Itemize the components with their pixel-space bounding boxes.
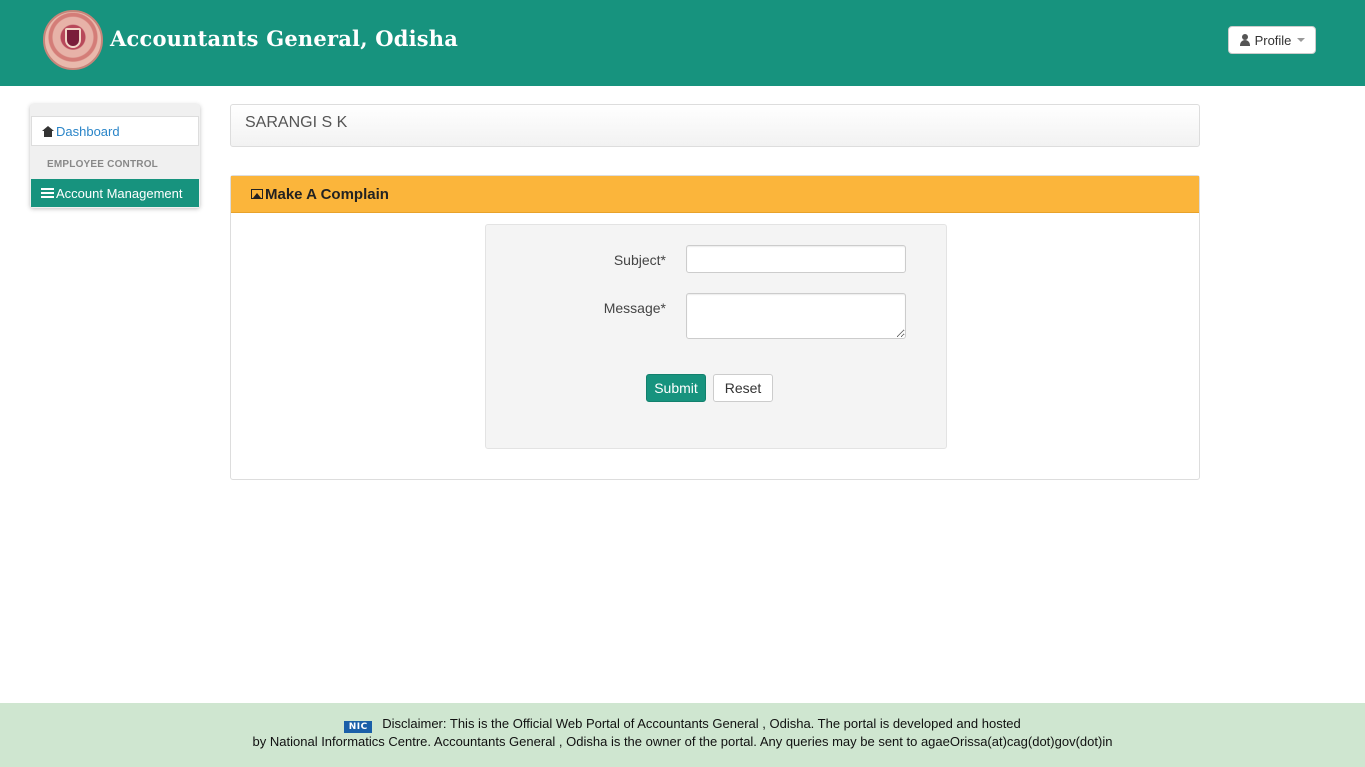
profile-label: Profile [1254, 32, 1292, 48]
complaint-panel-header: Make A Complain [231, 176, 1199, 213]
home-icon [42, 125, 54, 137]
list-icon [41, 188, 54, 198]
complaint-form: Subject* Message* Submit Reset [485, 224, 947, 449]
footer-disclaimer: NIC Disclaimer: This is the Official Web … [0, 703, 1365, 767]
subject-label: Subject* [613, 252, 666, 268]
sidebar-item-dashboard[interactable]: Dashboard [31, 116, 199, 146]
subject-input[interactable] [686, 245, 906, 273]
message-label: Message* [603, 300, 666, 316]
top-header: Accountants General, Odisha Profile [0, 0, 1365, 86]
picture-icon [251, 189, 263, 199]
complaint-panel: Make A Complain Subject* Message* Submit… [230, 175, 1200, 480]
sidebar-section-header: EMPLOYEE CONTROL [47, 159, 158, 170]
user-name-bar: SARANGI S K [230, 104, 1200, 147]
message-textarea[interactable] [686, 293, 906, 339]
footer-line-2: by National Informatics Centre. Accounta… [252, 734, 1113, 749]
sidebar-item-account-management[interactable]: Account Management [31, 179, 199, 207]
sidebar: Dashboard EMPLOYEE CONTROL Account Manag… [30, 104, 200, 208]
footer-text-1: Disclaimer: This is the Official Web Por… [382, 716, 1021, 731]
sidebar-item-label: Account Management [56, 185, 183, 201]
reset-button[interactable]: Reset [713, 374, 773, 402]
user-name: SARANGI S K [245, 114, 348, 131]
nic-logo: NIC [344, 721, 373, 733]
complaint-title: Make A Complain [265, 185, 389, 203]
user-icon [1239, 34, 1251, 46]
sidebar-item-label: Dashboard [56, 123, 120, 139]
profile-dropdown-button[interactable]: Profile [1228, 26, 1316, 54]
footer-line-1: NIC Disclaimer: This is the Official Web … [0, 715, 1365, 733]
submit-button[interactable]: Submit [646, 374, 706, 402]
emblem-logo [43, 10, 103, 70]
emblem-shield-icon [65, 28, 81, 48]
brand-title: Accountants General, Odisha [110, 26, 459, 51]
caret-down-icon [1297, 38, 1306, 42]
